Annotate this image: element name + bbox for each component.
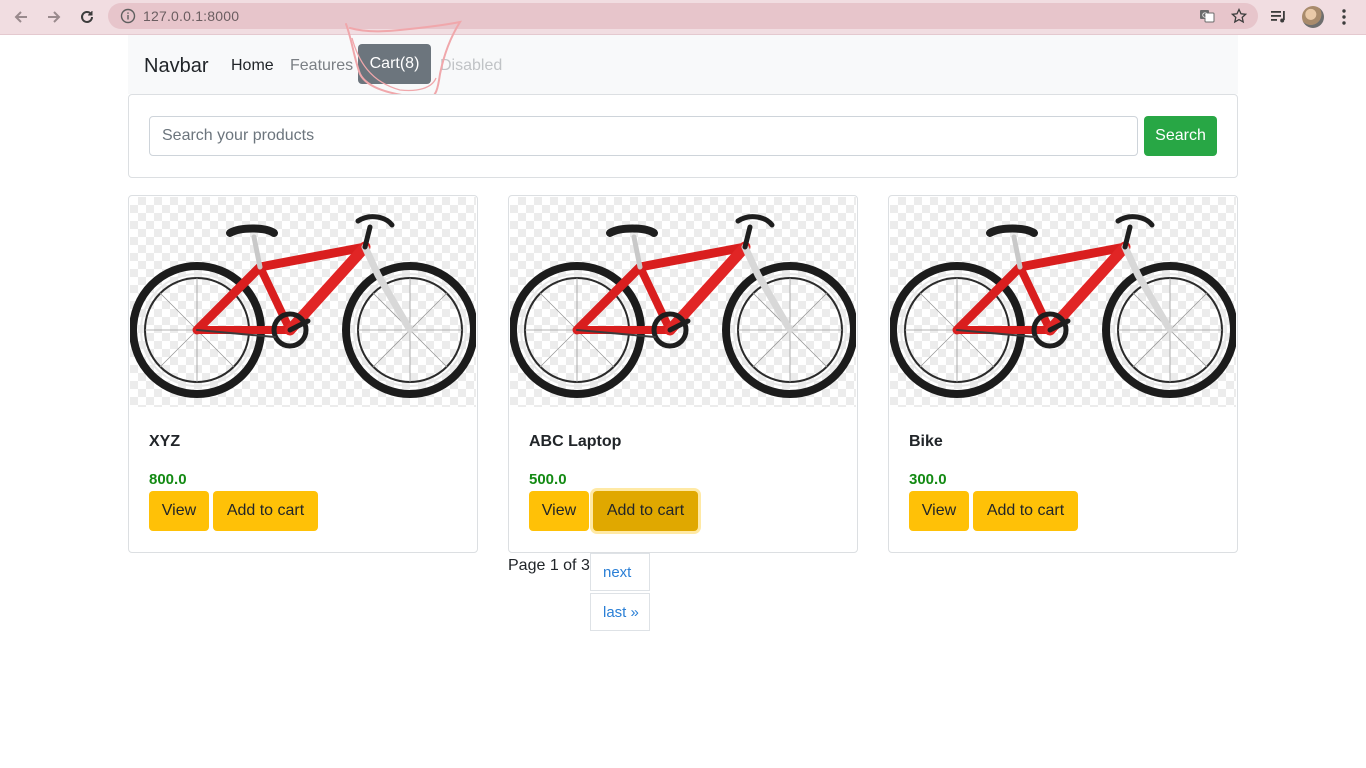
view-button[interactable]: View [149, 491, 209, 531]
product-title: ABC Laptop [529, 433, 622, 450]
product-price: 500.0 [529, 471, 567, 488]
pagination-status: Page 1 of 3. [508, 557, 595, 574]
product-image [890, 197, 1236, 407]
product-card: Bike 300.0 View Add to cart [888, 195, 1238, 553]
menu-kebab-icon[interactable] [1336, 5, 1352, 29]
translate-icon[interactable]: G [1199, 8, 1215, 24]
product-price: 800.0 [149, 471, 187, 488]
add-to-cart-button[interactable]: Add to cart [593, 491, 698, 531]
product-title: Bike [909, 433, 943, 450]
browser-toolbar: 127.0.0.1:8000 G [0, 0, 1366, 35]
address-bar[interactable]: 127.0.0.1:8000 G [108, 3, 1258, 29]
navbar: Navbar Home Features Cart(8) Disabled [128, 35, 1238, 94]
svg-text:G: G [1202, 12, 1207, 20]
nav-disabled-link: Disabled [440, 57, 503, 74]
url-text: 127.0.0.1:8000 [143, 8, 240, 24]
avatar[interactable] [1301, 5, 1325, 29]
product-card: ABC Laptop 500.0 View Add to cart [508, 195, 858, 553]
product-title: XYZ [149, 433, 181, 450]
view-button[interactable]: View [909, 491, 969, 531]
back-icon[interactable] [9, 5, 33, 29]
forward-icon[interactable] [42, 5, 66, 29]
product-card: XYZ 800.0 View Add to cart [128, 195, 478, 553]
star-icon[interactable] [1230, 7, 1248, 24]
pagination-next-link[interactable]: next [590, 553, 650, 591]
view-button[interactable]: View [529, 491, 589, 531]
add-to-cart-button[interactable]: Add to cart [213, 491, 318, 531]
product-price: 300.0 [909, 471, 947, 488]
media-control-icon[interactable] [1269, 5, 1289, 29]
cart-button[interactable]: Cart(8) [358, 44, 431, 84]
search-input[interactable] [149, 116, 1138, 156]
add-to-cart-button[interactable]: Add to cart [973, 491, 1078, 531]
nav-home-link[interactable]: Home [231, 57, 274, 75]
info-icon[interactable] [120, 8, 136, 24]
product-image [510, 197, 856, 407]
product-image [130, 197, 476, 407]
search-card: Search [128, 94, 1238, 178]
pagination-last-link[interactable]: last » [590, 593, 650, 631]
nav-features-link[interactable]: Features [290, 57, 353, 75]
reload-icon[interactable] [75, 5, 99, 29]
navbar-brand[interactable]: Navbar [144, 55, 208, 78]
search-button[interactable]: Search [1144, 116, 1217, 156]
